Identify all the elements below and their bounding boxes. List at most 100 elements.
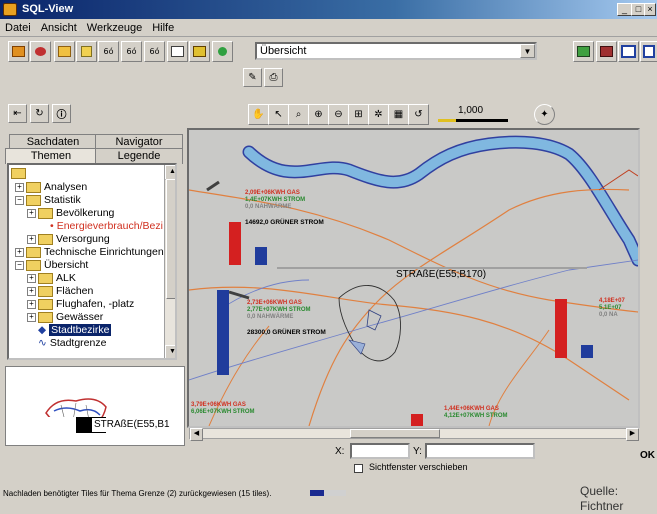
select-arrow-icon[interactable]: ↖ bbox=[268, 104, 289, 125]
pan-hand-icon[interactable]: ✋ bbox=[248, 104, 269, 125]
bar-annotation: 6,06E+07KWH STROM bbox=[191, 409, 255, 415]
tree-root-icon bbox=[11, 167, 29, 180]
info-icon[interactable]: ⓘ bbox=[52, 104, 71, 123]
north-arrow-icon[interactable]: ✦ bbox=[534, 104, 555, 125]
close-button[interactable]: × bbox=[644, 3, 656, 16]
bullet-icon: • bbox=[50, 220, 54, 232]
delete-window-icon[interactable] bbox=[596, 41, 617, 62]
search-icon[interactable] bbox=[76, 41, 97, 62]
binoculars-icon[interactable]: 6ó bbox=[98, 41, 119, 62]
tree-item-label: Gewässer bbox=[56, 311, 104, 323]
scroll-right-icon[interactable]: ▶ bbox=[626, 428, 639, 441]
tree-item[interactable]: ∿ Stadtgrenze bbox=[27, 337, 106, 350]
tree-item[interactable]: + Technische Einrichtungen bbox=[15, 246, 164, 259]
tree-item-label: Energieverbrauch/Bezi bbox=[56, 220, 163, 232]
tree-item[interactable]: + Analysen bbox=[15, 181, 87, 194]
zoom-box-icon[interactable]: ⌕ bbox=[288, 104, 309, 125]
zoom-full-icon[interactable]: ⊞ bbox=[348, 104, 369, 125]
map-horizontal-scrollbar[interactable]: ◀ ▶ bbox=[189, 428, 639, 441]
menu-ansicht[interactable]: Ansicht bbox=[36, 19, 82, 37]
collapse-icon[interactable]: − bbox=[15, 195, 24, 205]
scroll-down-icon[interactable]: ▼ bbox=[165, 345, 175, 358]
tree-item[interactable]: + Flächen bbox=[27, 285, 93, 298]
scroll-thumb[interactable] bbox=[350, 429, 440, 438]
scroll-left-icon[interactable]: ◀ bbox=[190, 428, 203, 441]
open-folder-icon[interactable] bbox=[8, 41, 29, 62]
expand-icon[interactable]: + bbox=[27, 312, 36, 322]
tree-item[interactable]: + Bevölkerung bbox=[27, 207, 114, 220]
menu-werkzeuge[interactable]: Werkzeuge bbox=[82, 19, 147, 37]
overview-map[interactable]: STRAßE(E55,B1 bbox=[5, 366, 185, 446]
menu-datei[interactable]: Datei bbox=[0, 19, 36, 37]
menu-hilfe[interactable]: Hilfe bbox=[147, 19, 179, 37]
tree-item[interactable]: − Übersicht bbox=[15, 259, 88, 272]
print-icon[interactable]: ⎙ bbox=[264, 68, 283, 87]
tab-themen[interactable]: Themen bbox=[5, 148, 97, 164]
scroll-thumb[interactable] bbox=[166, 179, 175, 299]
bar-annotation: 4,12E+07KWH STROM bbox=[444, 413, 508, 419]
tree-item[interactable]: + Versorgung bbox=[27, 233, 110, 246]
view-select[interactable]: Übersicht ▼ bbox=[255, 42, 537, 60]
scroll-up-icon[interactable]: ▲ bbox=[165, 165, 175, 180]
tree-item[interactable]: − Statistik bbox=[15, 194, 81, 207]
tree-item[interactable]: • Energieverbrauch/Bezi bbox=[39, 220, 163, 233]
expand-icon[interactable]: + bbox=[27, 234, 36, 244]
expand-icon[interactable]: + bbox=[27, 286, 36, 296]
rotate-icon[interactable]: ↻ bbox=[30, 104, 49, 123]
folder-icon bbox=[26, 194, 41, 206]
app-icon bbox=[3, 3, 17, 16]
tree-item[interactable]: + Flughafen, -platz bbox=[27, 298, 134, 311]
settings-gear-icon[interactable]: ✲ bbox=[368, 104, 389, 125]
edit-icon[interactable]: ✎ bbox=[243, 68, 262, 87]
map-view[interactable]: STRAßE(E55;B170) 2,09E+06KWH GAS 1,4E+07K… bbox=[187, 128, 640, 428]
table-icon[interactable] bbox=[167, 41, 188, 62]
bar-blue bbox=[581, 345, 593, 358]
folder-icon bbox=[38, 285, 53, 297]
expand-icon[interactable]: + bbox=[27, 299, 36, 309]
tree-item-label: Flughafen, -platz bbox=[56, 298, 135, 310]
zoom-out-icon[interactable]: ⊖ bbox=[328, 104, 349, 125]
folder-icon[interactable] bbox=[54, 41, 75, 62]
expand-icon[interactable]: + bbox=[27, 273, 36, 283]
binoculars-icon[interactable]: 6ó bbox=[144, 41, 165, 62]
globe-icon[interactable] bbox=[212, 41, 233, 62]
chevron-down-icon[interactable]: ▼ bbox=[520, 44, 535, 58]
binoculars-icon[interactable]: 6ó bbox=[121, 41, 142, 62]
tree-item[interactable]: + Gewässer bbox=[27, 311, 103, 324]
tree-item[interactable]: + ALK bbox=[27, 272, 76, 285]
window-frame-icon[interactable] bbox=[640, 41, 657, 62]
expand-icon[interactable]: + bbox=[27, 208, 36, 218]
polygon-layer-icon: ◆ bbox=[38, 324, 47, 336]
x-label: X: bbox=[335, 446, 345, 457]
zoom-in-icon[interactable]: ⊕ bbox=[308, 104, 329, 125]
bar-annotation: 1,44E+06KWH GAS bbox=[444, 406, 499, 412]
refresh-icon[interactable]: ↺ bbox=[408, 104, 429, 125]
pan-window-checkbox[interactable] bbox=[354, 464, 363, 473]
bar-annotation: 28300,0 GRÜNER STROM bbox=[247, 329, 326, 336]
grid-icon[interactable]: ▦ bbox=[388, 104, 409, 125]
folder-icon bbox=[26, 181, 41, 193]
window-icon[interactable] bbox=[189, 41, 210, 62]
collapse-icon[interactable]: − bbox=[15, 260, 24, 270]
tab-legende[interactable]: Legende bbox=[95, 148, 183, 164]
map-window-icon[interactable] bbox=[573, 41, 594, 62]
y-coordinate-field[interactable] bbox=[425, 443, 535, 459]
arrow-left-icon[interactable]: ⇤ bbox=[8, 104, 27, 123]
folder-icon bbox=[38, 272, 53, 284]
bar-annotation: 2,73E+06KWH GAS bbox=[247, 300, 302, 306]
bar-red bbox=[555, 298, 567, 358]
minimize-button[interactable]: _ bbox=[617, 3, 632, 16]
bar-annotation: 0,0 NAHWÄRME bbox=[247, 314, 294, 320]
tree-item[interactable]: ◆ Stadtbezirke bbox=[27, 324, 112, 337]
tree-item-label: Stadtbezirke bbox=[49, 324, 112, 336]
view-select-value: Übersicht bbox=[260, 45, 307, 57]
expand-icon[interactable]: + bbox=[15, 247, 24, 257]
window-frame-icon[interactable] bbox=[618, 41, 639, 62]
folder-icon bbox=[26, 246, 41, 258]
ok-button[interactable]: OK bbox=[640, 450, 655, 461]
bar-annotation: 3,79E+06KWH GAS bbox=[191, 402, 246, 408]
x-coordinate-field[interactable] bbox=[350, 443, 410, 459]
expand-icon[interactable]: + bbox=[15, 182, 24, 192]
tree-scrollbar[interactable]: ▲ ▼ bbox=[164, 165, 175, 358]
layers-icon[interactable] bbox=[30, 41, 51, 62]
